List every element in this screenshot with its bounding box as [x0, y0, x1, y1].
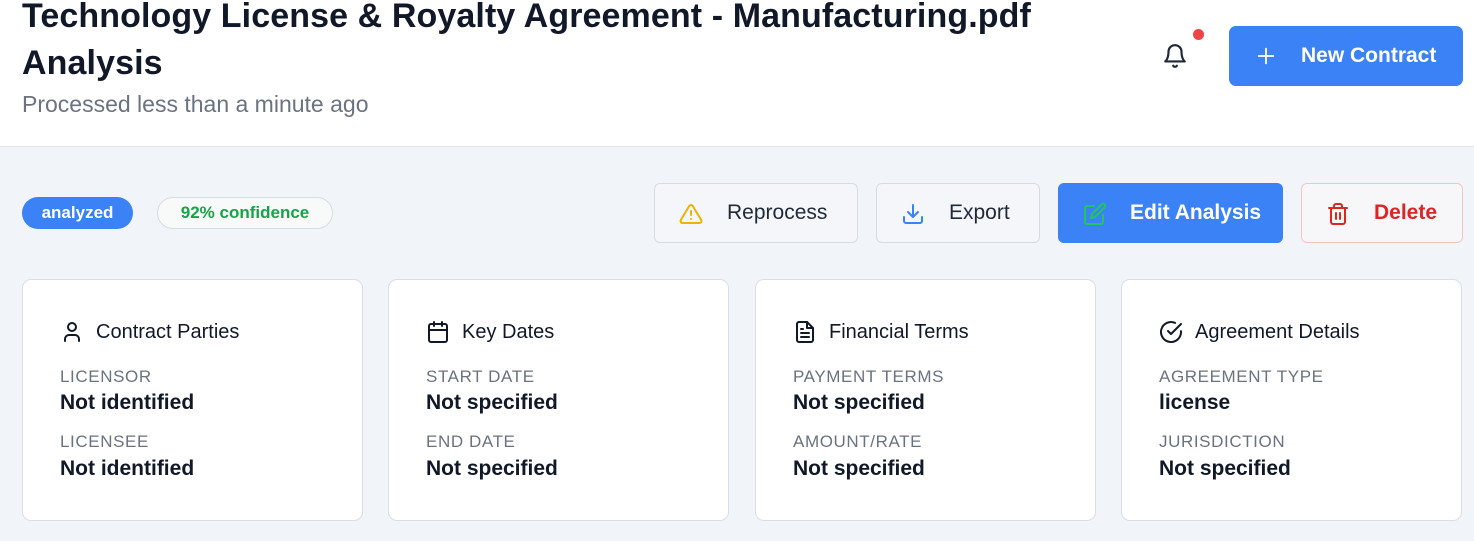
notification-dot: [1193, 29, 1204, 40]
licensor-label: LICENSOR: [60, 367, 152, 386]
licensor-value: Not identified: [60, 391, 195, 414]
end-date-label: END DATE: [426, 432, 516, 451]
end-date-value: Not specified: [426, 457, 558, 480]
new-contract-label: New Contract: [1301, 44, 1437, 67]
delete-label: Delete: [1374, 201, 1438, 224]
edit-analysis-label: Edit Analysis: [1130, 201, 1262, 224]
new-contract-button[interactable]: New Contract: [1229, 26, 1463, 86]
payment-terms-value: Not specified: [793, 391, 925, 414]
card-title: Financial Terms: [829, 321, 969, 343]
jurisdiction-label: JURISDICTION: [1159, 432, 1286, 451]
edit-analysis-button[interactable]: Edit Analysis: [1058, 183, 1283, 243]
contract-parties-card: Contract Parties LICENSOR Not identified…: [22, 279, 363, 521]
start-date-value: Not specified: [426, 391, 558, 414]
trash-icon: [1328, 203, 1348, 225]
payment-terms-label: PAYMENT TERMS: [793, 367, 945, 386]
amount-rate-value: Not specified: [793, 457, 925, 480]
export-label: Export: [949, 201, 1010, 224]
agreement-type-label: AGREEMENT TYPE: [1159, 367, 1324, 386]
export-button[interactable]: Export: [876, 183, 1040, 243]
card-title: Agreement Details: [1195, 321, 1360, 343]
card-title: Key Dates: [462, 321, 555, 343]
financial-terms-card: Financial Terms PAYMENT TERMS Not specif…: [755, 279, 1096, 521]
licensee-label: LICENSEE: [60, 432, 149, 451]
confidence-badge: 92% confidence: [157, 197, 333, 229]
plus-icon: [1257, 47, 1275, 65]
download-icon: [903, 204, 923, 224]
processed-timestamp: Processed less than a minute ago: [22, 91, 369, 117]
agreement-details-card: Agreement Details AGREEMENT TYPE license…: [1121, 279, 1462, 521]
card-title: Contract Parties: [96, 321, 240, 343]
bell-icon[interactable]: [1162, 42, 1188, 70]
amount-rate-label: AMOUNT/RATE: [793, 432, 923, 451]
warning-icon: [679, 203, 703, 224]
licensee-value: Not identified: [60, 457, 195, 480]
start-date-label: START DATE: [426, 367, 535, 386]
delete-button[interactable]: Delete: [1301, 183, 1463, 243]
check-circle-icon: [1160, 321, 1182, 344]
page-header: Technology License & Royalty Agreement -…: [0, 0, 1474, 147]
user-icon: [64, 322, 80, 342]
reprocess-label: Reprocess: [727, 201, 828, 224]
document-icon: [796, 321, 814, 343]
key-dates-card: Key Dates START DATE Not specified END D…: [388, 279, 729, 521]
jurisdiction-value: Not specified: [1159, 457, 1291, 480]
page-title: Technology License & Royalty Agreement -…: [22, 0, 1031, 82]
calendar-icon: [428, 321, 448, 343]
agreement-type-value: license: [1159, 391, 1231, 414]
edit-icon: [1084, 202, 1107, 225]
reprocess-button[interactable]: Reprocess: [654, 183, 858, 243]
status-badge: analyzed: [22, 197, 133, 229]
